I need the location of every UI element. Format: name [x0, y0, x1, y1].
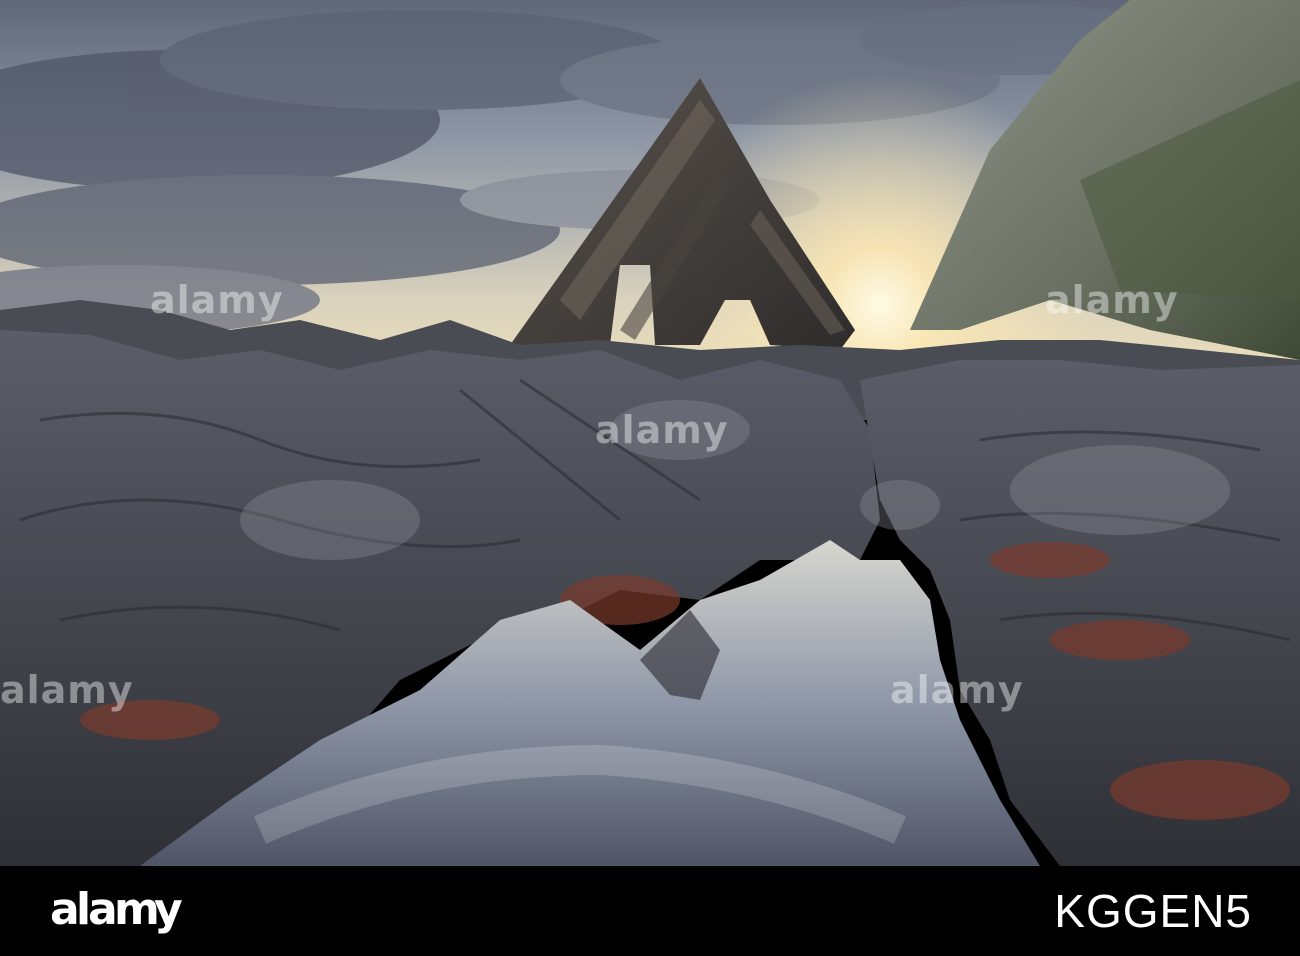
alamy-logo[interactable]: a l a m y alamy: [50, 880, 190, 940]
svg-text:y: y: [154, 884, 183, 935]
image-id: KGGEN5: [1054, 885, 1252, 937]
attribution-bar: a l a m y alamy KGGEN5: [0, 866, 1300, 956]
stock-photo-frame: alamy alamy alamy alamy alamy a l a m y …: [0, 0, 1300, 956]
watermark-bottom-left: alamy: [0, 668, 134, 712]
alamy-logo-mark: a l a m y: [50, 884, 183, 935]
watermark-bottom-right: alamy: [890, 668, 1024, 712]
coastal-sea-arch-photo: alamy alamy alamy alamy alamy: [0, 0, 1300, 866]
svg-text:m: m: [114, 884, 160, 935]
watermark-center: alamy: [595, 408, 729, 452]
watermark-right: alamy: [1045, 278, 1179, 322]
watermark-left: alamy: [150, 278, 284, 322]
